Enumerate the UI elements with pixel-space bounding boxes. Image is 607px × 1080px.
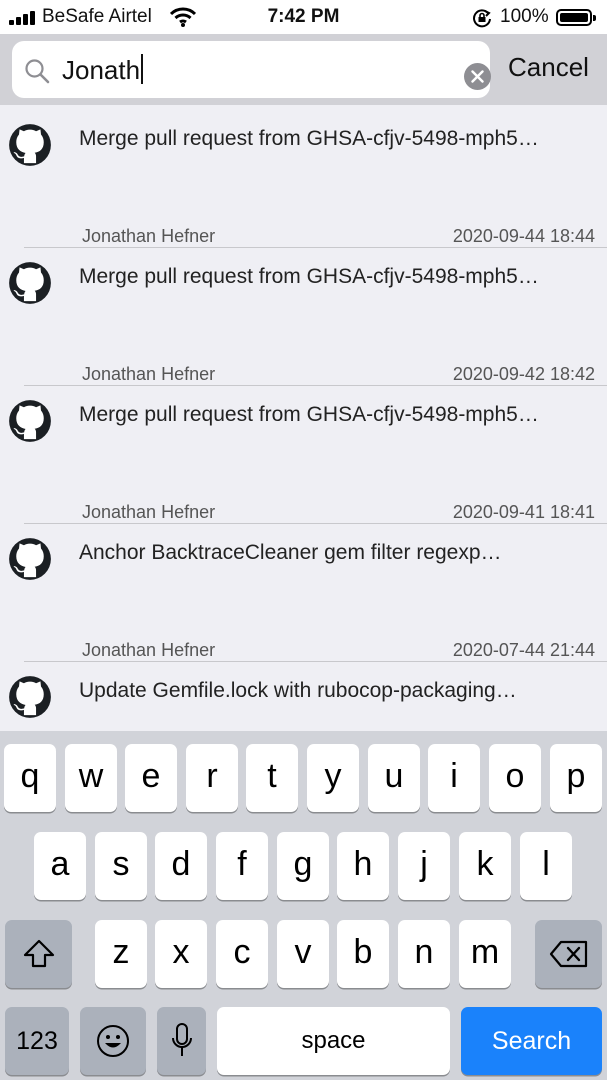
search-key[interactable]: Search: [461, 1007, 602, 1075]
github-octocat-icon: [9, 676, 51, 718]
emoji-key[interactable]: [80, 1007, 146, 1075]
list-item[interactable]: Merge pull request from GHSA-cfjv-5498-m…: [0, 243, 607, 386]
commit-title: Anchor BacktraceCleaner gem filter regex…: [79, 541, 502, 564]
key-m[interactable]: m: [459, 920, 511, 988]
key-v[interactable]: v: [277, 920, 329, 988]
search-field[interactable]: Jonath: [12, 41, 491, 98]
list-item[interactable]: Merge pull request from GHSA-cfjv-5498-m…: [0, 381, 607, 524]
dictation-key[interactable]: [157, 1007, 206, 1075]
battery-percent: 100%: [500, 6, 549, 27]
text-caret: [141, 54, 144, 84]
key-d[interactable]: d: [155, 832, 207, 900]
space-key[interactable]: space: [217, 1007, 450, 1075]
commit-title: Merge pull request from GHSA-cfjv-5498-m…: [79, 265, 539, 288]
close-icon: [471, 70, 484, 83]
commit-title: Merge pull request from GHSA-cfjv-5498-m…: [79, 127, 539, 150]
key-j[interactable]: j: [398, 832, 450, 900]
clear-text-button[interactable]: [464, 63, 491, 90]
key-u[interactable]: u: [368, 744, 420, 812]
key-q[interactable]: q: [4, 744, 56, 812]
key-g[interactable]: g: [277, 832, 329, 900]
backspace-icon: [549, 940, 587, 968]
key-t[interactable]: t: [246, 744, 298, 812]
numbers-key[interactable]: 123: [5, 1007, 69, 1075]
key-y[interactable]: y: [307, 744, 359, 812]
keyboard: q w e r t y u i o p a s d f g h j k l z …: [0, 731, 607, 1080]
key-b[interactable]: b: [337, 920, 389, 988]
key-z[interactable]: z: [95, 920, 147, 988]
key-o[interactable]: o: [489, 744, 541, 812]
key-n[interactable]: n: [398, 920, 450, 988]
shift-icon: [23, 939, 54, 968]
search-icon: [25, 59, 50, 84]
cancel-button[interactable]: Cancel: [508, 52, 589, 83]
commit-title: Update Gemfile.lock with rubocop-packagi…: [79, 679, 517, 702]
key-a[interactable]: a: [34, 832, 86, 900]
key-h[interactable]: h: [337, 832, 389, 900]
list-item[interactable]: Anchor BacktraceCleaner gem filter regex…: [0, 519, 607, 662]
list-item[interactable]: Update Gemfile.lock with rubocop-packagi…: [0, 657, 607, 731]
github-octocat-icon: [9, 124, 51, 166]
key-c[interactable]: c: [216, 920, 268, 988]
search-input[interactable]: Jonath: [62, 54, 144, 86]
key-x[interactable]: x: [155, 920, 207, 988]
backspace-key[interactable]: [535, 920, 602, 988]
shift-key[interactable]: [5, 920, 72, 988]
key-k[interactable]: k: [459, 832, 511, 900]
github-octocat-icon: [9, 262, 51, 304]
commit-title: Merge pull request from GHSA-cfjv-5498-m…: [79, 403, 539, 426]
battery-icon: [556, 9, 596, 26]
key-r[interactable]: r: [186, 744, 238, 812]
results-list: Merge pull request from GHSA-cfjv-5498-m…: [0, 105, 607, 731]
github-octocat-icon: [9, 538, 51, 580]
microphone-icon: [171, 1023, 192, 1056]
search-input-text: Jonath: [62, 55, 141, 85]
key-s[interactable]: s: [95, 832, 147, 900]
search-bar: Jonath Cancel: [0, 34, 607, 105]
emoji-icon: [97, 1025, 129, 1057]
key-l[interactable]: l: [520, 832, 572, 900]
key-e[interactable]: e: [125, 744, 177, 812]
list-item[interactable]: Merge pull request from GHSA-cfjv-5498-m…: [0, 105, 607, 248]
github-octocat-icon: [9, 400, 51, 442]
key-f[interactable]: f: [216, 832, 268, 900]
orientation-lock-icon: [473, 9, 491, 28]
status-bar: BeSafe Airtel 7:42 PM 100%: [0, 0, 607, 34]
key-i[interactable]: i: [428, 744, 480, 812]
key-p[interactable]: p: [550, 744, 602, 812]
key-w[interactable]: w: [65, 744, 117, 812]
